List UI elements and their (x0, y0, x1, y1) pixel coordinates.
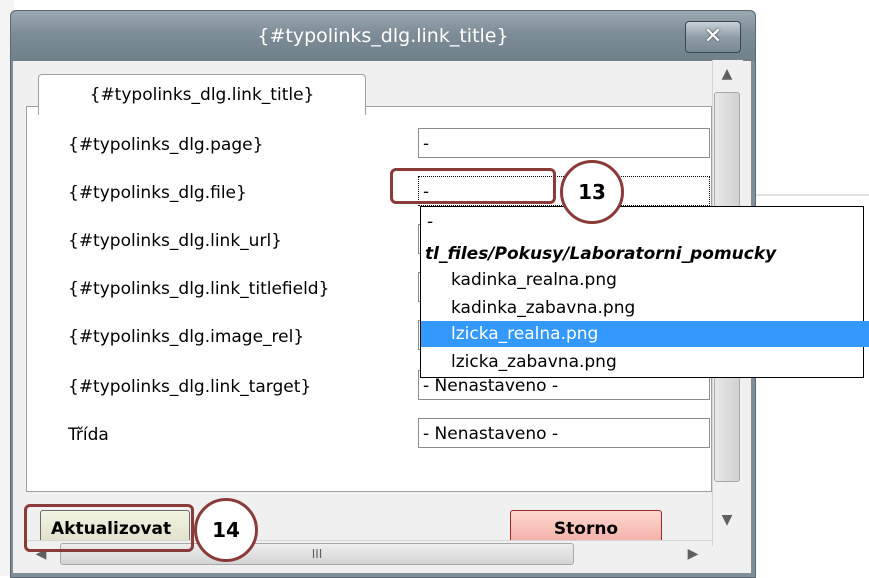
tab-label: {#typolinks_dlg.link_title} (89, 85, 315, 105)
page-label: {#typolinks_dlg.page} (68, 135, 264, 155)
scroll-down-arrow-icon[interactable]: ▼ (714, 512, 740, 528)
scroll-up-arrow-icon[interactable]: ▲ (714, 66, 740, 82)
image-rel-label: {#typolinks_dlg.image_rel} (68, 327, 305, 347)
callout-highlight-update (24, 504, 194, 552)
dialog-titlebar[interactable]: {#typolinks_dlg.link_title} ✕ (11, 11, 755, 61)
dropdown-option[interactable]: kadinka_zabavna.png (421, 295, 869, 321)
page-select[interactable]: - (418, 128, 710, 158)
close-icon: ✕ (703, 24, 723, 49)
callout-number-14: 14 (194, 498, 258, 562)
link-titlefield-label: {#typolinks_dlg.link_titlefield} (68, 279, 330, 299)
link-url-label: {#typolinks_dlg.link_url} (68, 231, 282, 251)
file-dropdown-list[interactable]: - tl_files/Pokusy/Laboratorni_pomucky ka… (420, 206, 869, 378)
dropdown-option[interactable]: - (421, 209, 869, 235)
class-label: Třída (68, 425, 109, 445)
dropdown-option[interactable]: lzicka_zabavna.png (421, 349, 869, 375)
callout-number-13: 13 (560, 160, 624, 224)
dropdown-optgroup: tl_files/Pokusy/Laboratorni_pomucky (425, 244, 777, 264)
file-label: {#typolinks_dlg.file} (68, 183, 247, 203)
class-select[interactable]: - Nenastaveno - (418, 418, 710, 448)
background-divider (752, 194, 869, 196)
dialog-title: {#typolinks_dlg.link_title} (257, 25, 509, 47)
close-button[interactable]: ✕ (685, 21, 741, 53)
callout-highlight-file (390, 168, 556, 204)
scroll-right-arrow-icon[interactable]: ▶ (680, 546, 706, 562)
dropdown-option-selected[interactable]: lzicka_realna.png (421, 321, 869, 347)
dropdown-option[interactable]: kadinka_realna.png (421, 267, 869, 293)
link-target-label: {#typolinks_dlg.link_target} (68, 377, 312, 397)
tab-link-title[interactable]: {#typolinks_dlg.link_title} (38, 74, 366, 115)
